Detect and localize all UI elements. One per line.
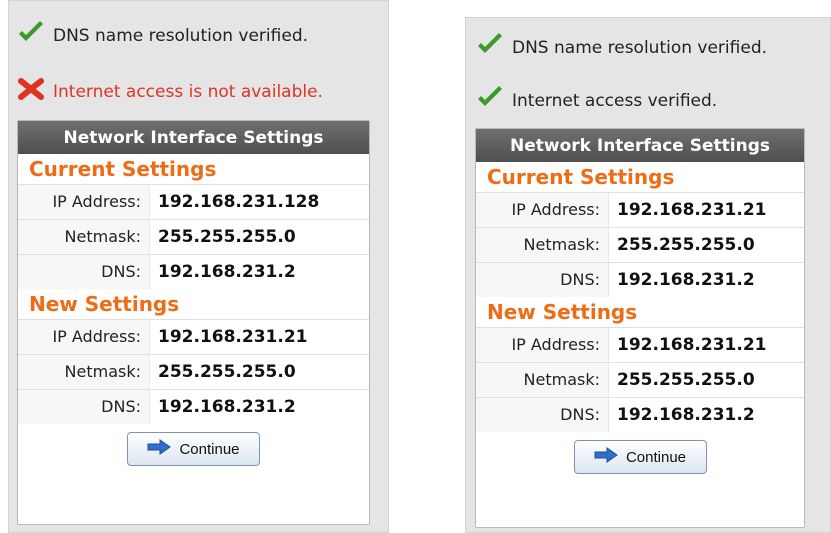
checkmark-icon	[476, 32, 504, 63]
dns-value: 192.168.231.2	[149, 390, 369, 424]
card-title: Network Interface Settings	[476, 129, 804, 162]
ip-label: IP Address:	[476, 193, 608, 227]
dns-status-text: DNS name resolution verified.	[512, 37, 768, 58]
netmask-value: 255.255.255.0	[608, 228, 804, 262]
new-settings-heading: New Settings	[29, 292, 180, 316]
right-dns-status: DNS name resolution verified.	[476, 32, 767, 63]
continue-label: Continue	[179, 440, 240, 458]
netmask-label: Netmask:	[18, 220, 149, 254]
netmask-label: Netmask:	[476, 363, 608, 397]
internet-status-text: Internet access verified.	[512, 90, 718, 111]
ip-label: IP Address:	[476, 328, 608, 362]
dns-value: 192.168.231.2	[608, 263, 804, 297]
new-ip-row: IP Address: 192.168.231.21	[18, 319, 369, 354]
continue-button[interactable]: Continue	[127, 432, 260, 466]
netmask-value: 255.255.255.0	[149, 355, 369, 389]
ip-label: IP Address:	[18, 320, 149, 354]
button-area: Continue	[18, 424, 369, 466]
network-settings-card: Network Interface Settings Current Setti…	[475, 128, 805, 528]
netmask-value: 255.255.255.0	[608, 363, 804, 397]
new-dns-row: DNS: 192.168.231.2	[18, 389, 369, 424]
arrow-right-icon	[594, 447, 618, 467]
current-dns-row: DNS: 192.168.231.2	[18, 254, 369, 289]
current-settings-heading: Current Settings	[29, 157, 217, 181]
ip-value: 192.168.231.21	[608, 193, 804, 227]
netmask-label: Netmask:	[18, 355, 149, 389]
new-ip-row: IP Address: 192.168.231.21	[476, 327, 804, 362]
ip-value: 192.168.231.128	[149, 185, 369, 219]
current-netmask-row: Netmask: 255.255.255.0	[476, 227, 804, 262]
dns-label: DNS:	[18, 255, 149, 289]
continue-button[interactable]: Continue	[573, 440, 707, 474]
netmask-label: Netmask:	[476, 228, 608, 262]
dns-label: DNS:	[476, 398, 608, 432]
ip-label: IP Address:	[18, 185, 149, 219]
new-netmask-row: Netmask: 255.255.255.0	[18, 354, 369, 389]
x-icon	[17, 77, 45, 106]
current-netmask-row: Netmask: 255.255.255.0	[18, 219, 369, 254]
ip-value: 192.168.231.21	[608, 328, 804, 362]
right-internet-status: Internet access verified.	[476, 85, 717, 116]
card-title: Network Interface Settings	[18, 121, 369, 154]
current-dns-row: DNS: 192.168.231.2	[476, 262, 804, 297]
checkmark-icon	[476, 85, 504, 116]
left-internet-status: Internet access is not available.	[17, 77, 323, 106]
checkmark-icon	[17, 20, 45, 51]
dns-value: 192.168.231.2	[608, 398, 804, 432]
dns-label: DNS:	[476, 263, 608, 297]
netmask-value: 255.255.255.0	[149, 220, 369, 254]
internet-status-text: Internet access is not available.	[53, 81, 323, 102]
dns-value: 192.168.231.2	[149, 255, 369, 289]
dns-status-text: DNS name resolution verified.	[53, 25, 309, 46]
network-settings-card: Network Interface Settings Current Setti…	[17, 120, 370, 525]
new-dns-row: DNS: 192.168.231.2	[476, 397, 804, 432]
current-ip-row: IP Address: 192.168.231.128	[18, 184, 369, 219]
current-ip-row: IP Address: 192.168.231.21	[476, 192, 804, 227]
current-settings-heading: Current Settings	[487, 165, 675, 189]
arrow-right-icon	[147, 439, 172, 459]
left-dns-status: DNS name resolution verified.	[17, 20, 308, 51]
new-netmask-row: Netmask: 255.255.255.0	[476, 362, 804, 397]
new-settings-heading: New Settings	[487, 300, 638, 324]
ip-value: 192.168.231.21	[149, 320, 369, 354]
button-area: Continue	[476, 432, 804, 474]
continue-label: Continue	[625, 448, 687, 466]
dns-label: DNS:	[18, 390, 149, 424]
